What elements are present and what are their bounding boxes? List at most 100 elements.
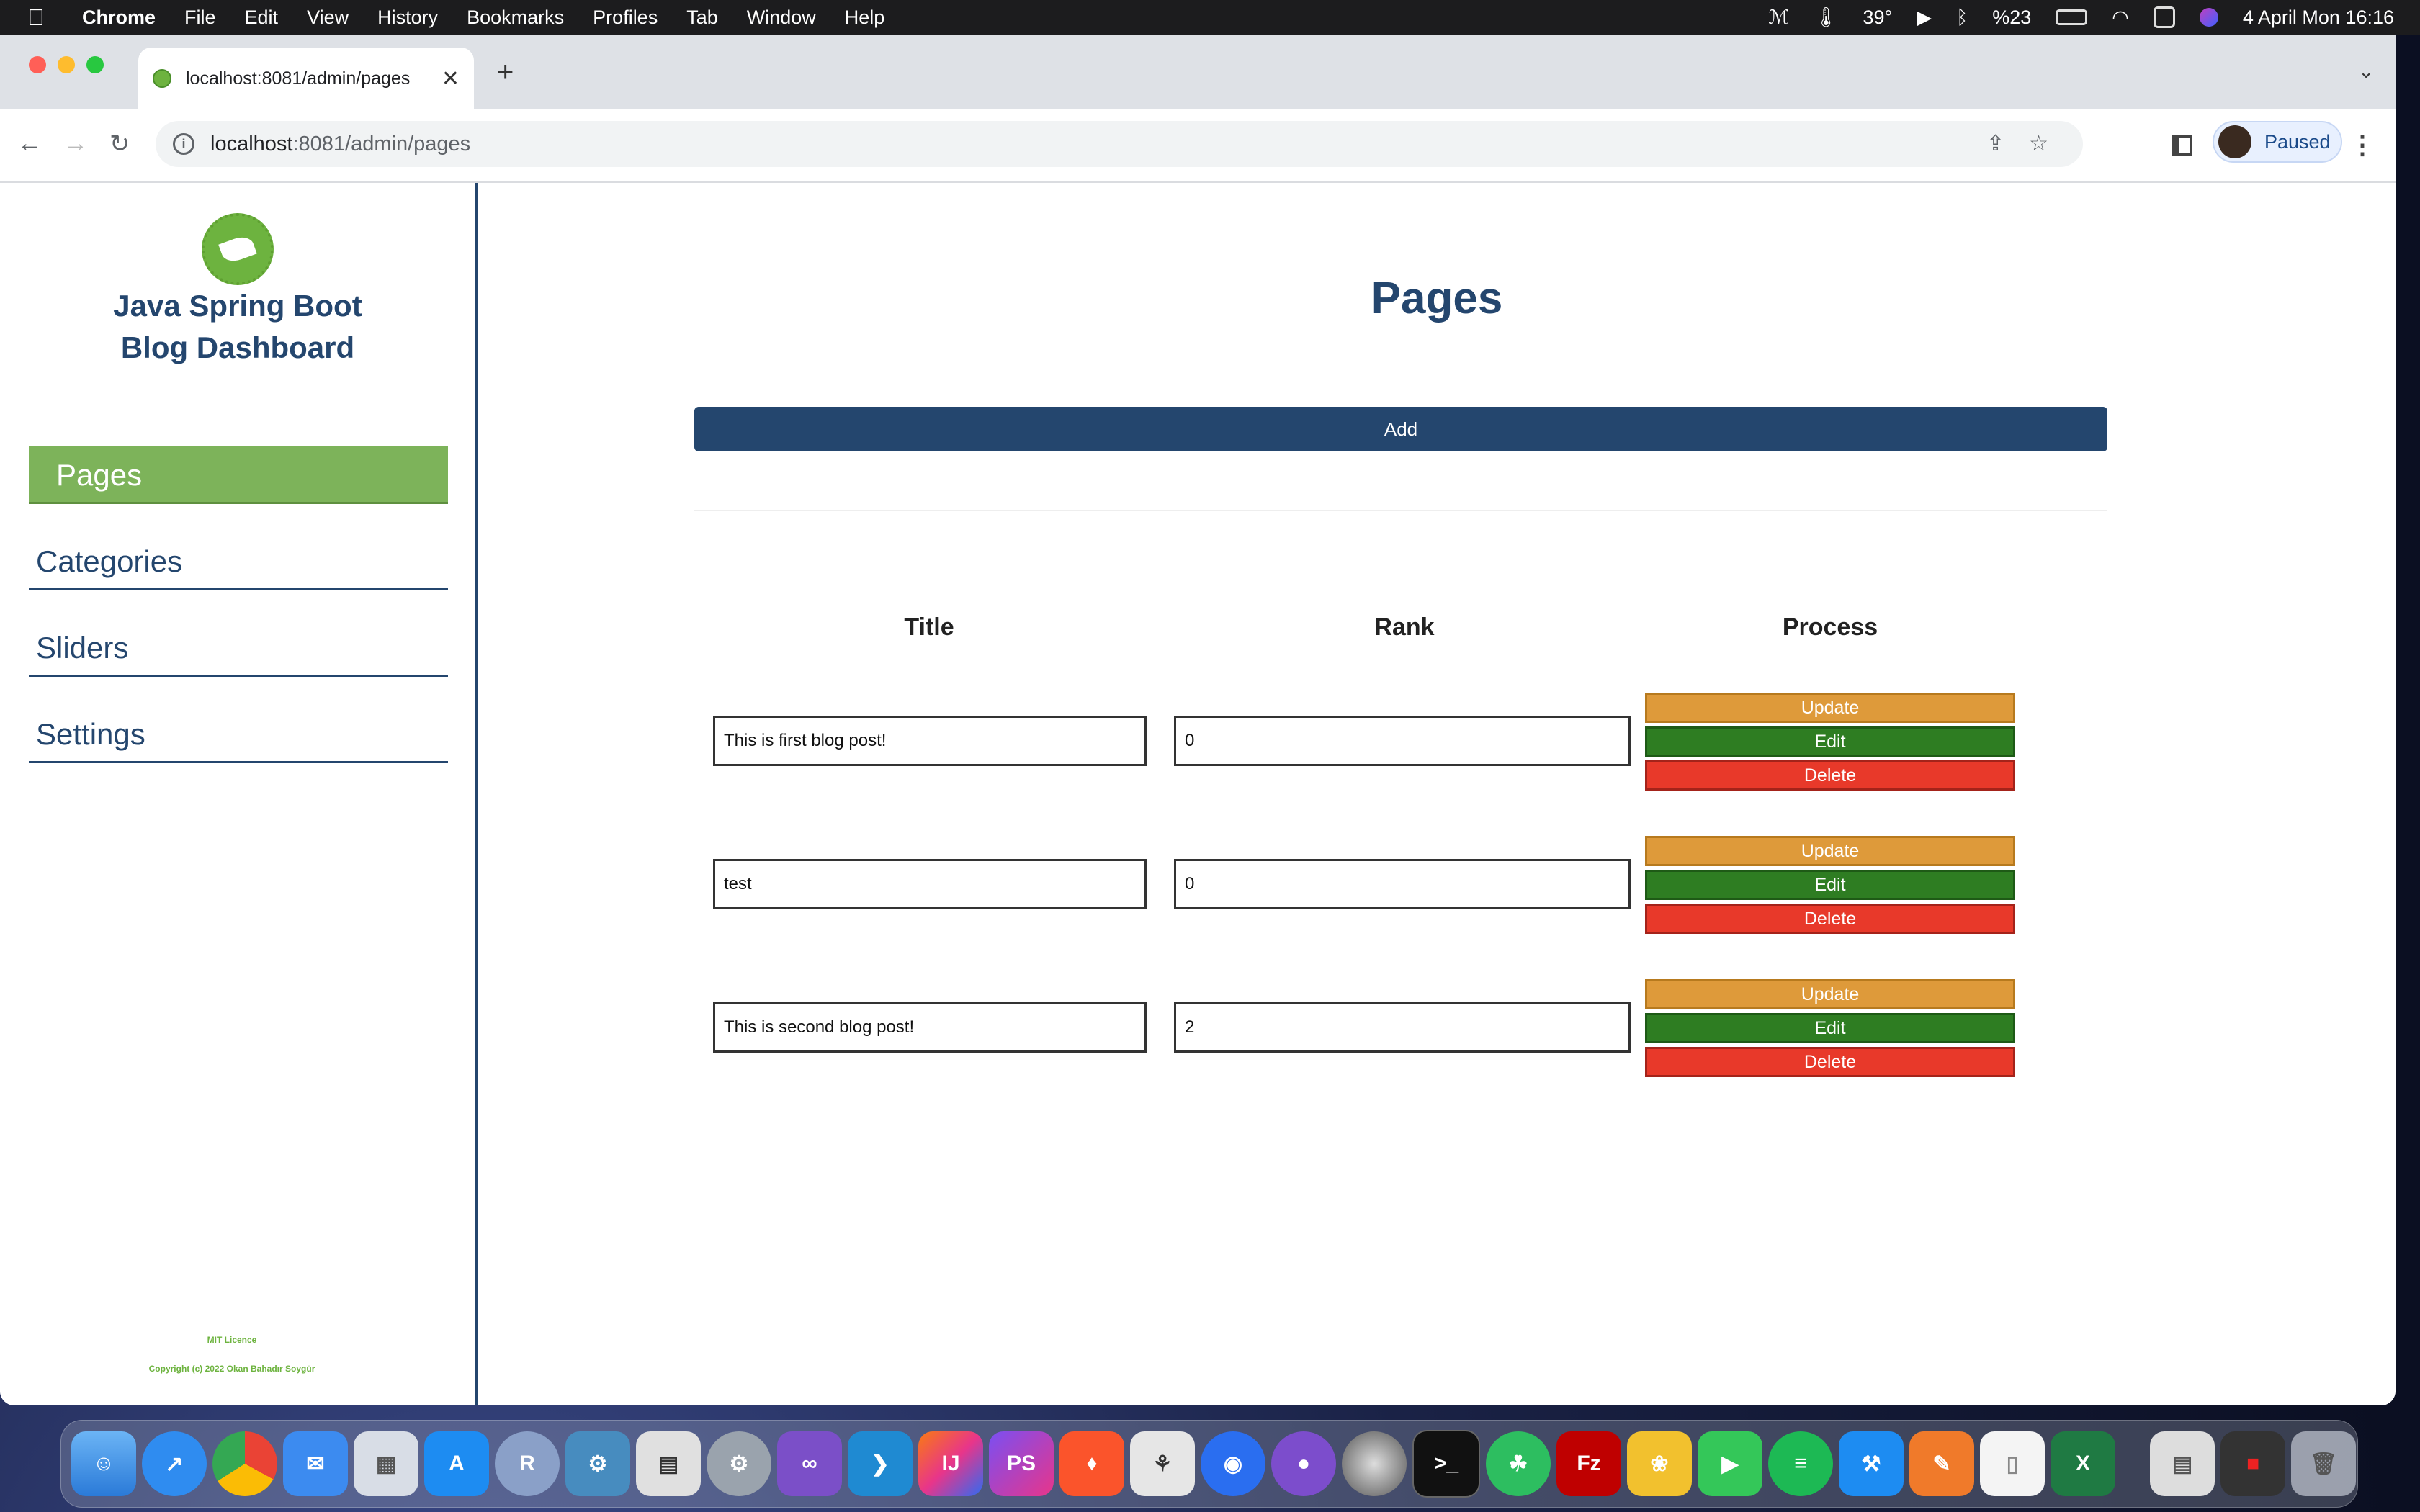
row-3-edit-button[interactable]: Edit xyxy=(1645,1013,2015,1043)
chrome-menu-icon[interactable]: ⋮ xyxy=(2349,130,2375,160)
battery-percent[interactable]: %23 xyxy=(1992,6,2031,29)
github-desktop-icon[interactable]: ● xyxy=(1271,1431,1336,1496)
bluetooth-icon[interactable]: ᛒ xyxy=(1956,6,1968,29)
main-content: Pages Add Title Rank Process Update Edit… xyxy=(478,183,2396,1405)
minimize-window-button[interactable] xyxy=(58,56,75,73)
vscode-icon[interactable]: ❯ xyxy=(848,1431,913,1496)
preview-icon[interactable]: ▯ xyxy=(1980,1431,2045,1496)
cyberduck-icon[interactable]: ❀ xyxy=(1627,1431,1692,1496)
zoom-window-button[interactable] xyxy=(86,56,104,73)
play-icon[interactable]: ▶ xyxy=(1917,6,1932,29)
column-header-rank: Rank xyxy=(1374,613,1435,641)
godot-icon[interactable]: ⚙ xyxy=(565,1431,630,1496)
menu-help[interactable]: Help xyxy=(845,6,885,29)
footer-licence-link[interactable]: MIT Licence xyxy=(0,1335,464,1345)
new-tab-icon[interactable]: + xyxy=(497,56,514,89)
apple-icon[interactable]:  xyxy=(27,4,62,31)
row-2-update-button[interactable]: Update xyxy=(1645,836,2015,866)
row-2-rank-input[interactable] xyxy=(1174,859,1631,909)
row-2-edit-button[interactable]: Edit xyxy=(1645,870,2015,900)
profile-avatar xyxy=(2218,125,2251,158)
menu-bookmarks[interactable]: Bookmarks xyxy=(467,6,564,29)
sequel-ace-icon[interactable]: ⚘ xyxy=(1130,1431,1195,1496)
launchpad-icon[interactable]: ▦ xyxy=(354,1431,418,1496)
row-1-delete-button[interactable]: Delete xyxy=(1645,760,2015,791)
close-tab-icon[interactable]: ✕ xyxy=(442,66,460,91)
row-2-delete-button[interactable]: Delete xyxy=(1645,904,2015,934)
mail-icon[interactable]: ✉ xyxy=(283,1431,348,1496)
thermometer-icon[interactable]: 🌡 xyxy=(1814,6,1838,29)
recent-document-icon[interactable]: ▤ xyxy=(2150,1431,2215,1496)
system-preferences-icon[interactable]: ⚙ xyxy=(707,1431,771,1496)
tab-search-chevron-icon[interactable]: ⌄ xyxy=(2358,60,2374,83)
reload-icon[interactable]: ↻ xyxy=(109,130,130,158)
row-1-title-input[interactable] xyxy=(713,716,1147,766)
xcode-icon[interactable]: ⚒ xyxy=(1839,1431,1904,1496)
sidebar-item-settings[interactable]: Settings xyxy=(29,706,448,763)
phpstorm-icon[interactable]: PS xyxy=(989,1431,1054,1496)
side-panel-icon[interactable] xyxy=(2172,135,2192,156)
temperature-label[interactable]: 39° xyxy=(1863,6,1892,29)
menu-history[interactable]: History xyxy=(377,6,438,29)
back-arrow-icon[interactable]: ← xyxy=(17,130,42,158)
pages-icon[interactable]: ✎ xyxy=(1909,1431,1974,1496)
siri-icon[interactable] xyxy=(2199,8,2218,27)
chrome-icon[interactable] xyxy=(212,1431,277,1496)
row-3-rank-input[interactable] xyxy=(1174,1002,1631,1053)
wifi-icon[interactable]: ◠ xyxy=(2112,6,2129,29)
menu-file[interactable]: File xyxy=(184,6,216,29)
address-url[interactable]: localhost:8081/admin/pages xyxy=(210,132,470,156)
column-header-process: Process xyxy=(1782,613,1878,641)
row-3-title-input[interactable] xyxy=(713,1002,1147,1053)
facetime-icon[interactable]: ▶ xyxy=(1698,1431,1762,1496)
spring-logo-icon xyxy=(202,213,274,285)
script-icon[interactable]: ℳ xyxy=(1768,6,1789,29)
visual-studio-icon[interactable]: ∞ xyxy=(777,1431,842,1496)
browser-tab[interactable]: localhost:8081/admin/pages ✕ xyxy=(138,48,474,109)
r-icon[interactable]: R xyxy=(495,1431,560,1496)
app-store-icon[interactable]: A xyxy=(424,1431,489,1496)
recent-window-icon[interactable]: ■ xyxy=(2220,1431,2285,1496)
profile-button[interactable]: Paused xyxy=(2213,121,2342,163)
row-1-update-button[interactable]: Update xyxy=(1645,693,2015,723)
evernote-icon[interactable]: ☘ xyxy=(1486,1431,1551,1496)
footer-copyright: Copyright (c) 2022 Okan Bahadır Soygür xyxy=(148,1364,315,1374)
menu-tab[interactable]: Tab xyxy=(686,6,718,29)
filezilla-icon[interactable]: Fz xyxy=(1556,1431,1621,1496)
share-icon[interactable]: ⇪ xyxy=(1986,131,2004,156)
battery-icon[interactable] xyxy=(2056,9,2088,25)
menu-app-name[interactable]: Chrome xyxy=(82,6,156,29)
finder-icon[interactable]: ☺ xyxy=(71,1431,136,1496)
site-info-icon[interactable]: i xyxy=(173,133,194,155)
row-1-edit-button[interactable]: Edit xyxy=(1645,726,2015,757)
sidebar-item-pages[interactable]: Pages xyxy=(29,446,448,504)
intellij-icon[interactable]: IJ xyxy=(918,1431,983,1496)
row-3-update-button[interactable]: Update xyxy=(1645,979,2015,1009)
control-center-icon[interactable] xyxy=(2153,6,2175,28)
trash-icon[interactable]: 🗑 xyxy=(2291,1431,2356,1496)
excel-icon[interactable]: X xyxy=(2051,1431,2115,1496)
bookmark-star-icon[interactable]: ☆ xyxy=(2029,131,2048,156)
spotify-icon[interactable]: ≡ xyxy=(1768,1431,1833,1496)
add-page-button[interactable]: Add xyxy=(694,407,2107,451)
brave-icon[interactable]: ♦ xyxy=(1059,1431,1124,1496)
menu-view[interactable]: View xyxy=(307,6,349,29)
row-2-title-input[interactable] xyxy=(713,859,1147,909)
proton-vpn-icon[interactable]: ◉ xyxy=(1201,1431,1265,1496)
row-3-delete-button[interactable]: Delete xyxy=(1645,1047,2015,1077)
safari-icon[interactable]: ↗ xyxy=(142,1431,207,1496)
browser-window: localhost:8081/admin/pages ✕ + ⌄ ← → ↻ i… xyxy=(0,35,2396,1405)
clock-label[interactable]: 4 April Mon 16:16 xyxy=(2243,6,2394,29)
menu-profiles[interactable]: Profiles xyxy=(593,6,658,29)
dvd-player-icon[interactable] xyxy=(1342,1431,1407,1496)
forward-arrow-icon[interactable]: → xyxy=(63,130,88,158)
sidebar-item-categories[interactable]: Categories xyxy=(29,533,448,590)
address-bar[interactable]: i localhost:8081/admin/pages ⇪ ☆ xyxy=(156,121,2083,167)
close-window-button[interactable] xyxy=(29,56,46,73)
menu-window[interactable]: Window xyxy=(747,6,816,29)
sidebar-item-sliders[interactable]: Sliders xyxy=(29,619,448,677)
tableplus-icon[interactable]: ▤ xyxy=(636,1431,701,1496)
terminal-icon[interactable]: >_ xyxy=(1412,1430,1480,1498)
menu-edit[interactable]: Edit xyxy=(245,6,279,29)
row-1-rank-input[interactable] xyxy=(1174,716,1631,766)
